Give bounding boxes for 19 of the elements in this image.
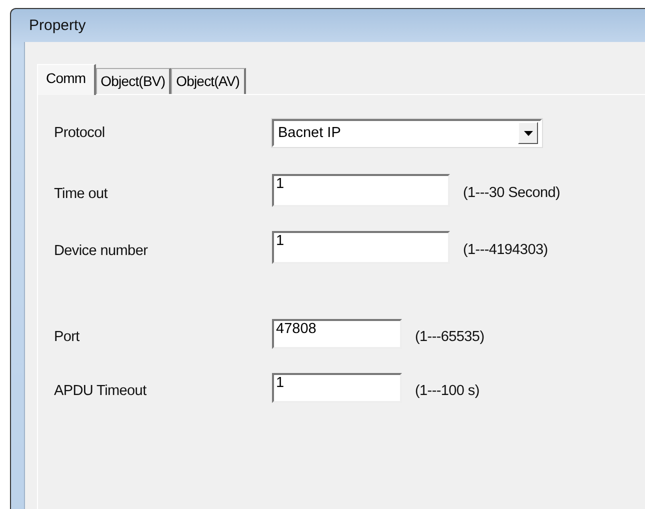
field-label: APDU Timeout — [53, 383, 148, 399]
range-hint: (1---4194303) — [463, 242, 548, 258]
tab[interactable]: Object(AV) — [171, 68, 246, 94]
dropdown-arrow-icon — [524, 130, 532, 136]
field-label: Port — [53, 329, 80, 345]
input-field[interactable]: 1 — [272, 373, 402, 403]
input-field[interactable]: 47808 — [272, 319, 402, 349]
range-hint: (1---30 Second) — [463, 185, 560, 201]
protocol-dropdown[interactable]: Bacnet IP — [272, 119, 542, 147]
window-title: Property — [29, 17, 86, 34]
tab[interactable]: Comm — [37, 64, 96, 95]
range-hint: (1---65535) — [415, 329, 484, 345]
input-field[interactable]: 1 — [272, 230, 450, 264]
tab[interactable]: Object(BV) — [96, 68, 172, 94]
field-label: Time out — [53, 186, 109, 202]
range-hint: (1---100 s) — [415, 383, 480, 399]
input-field[interactable]: 1 — [272, 174, 450, 206]
field-label: Device number — [53, 243, 149, 259]
field-label: Protocol — [53, 125, 106, 141]
